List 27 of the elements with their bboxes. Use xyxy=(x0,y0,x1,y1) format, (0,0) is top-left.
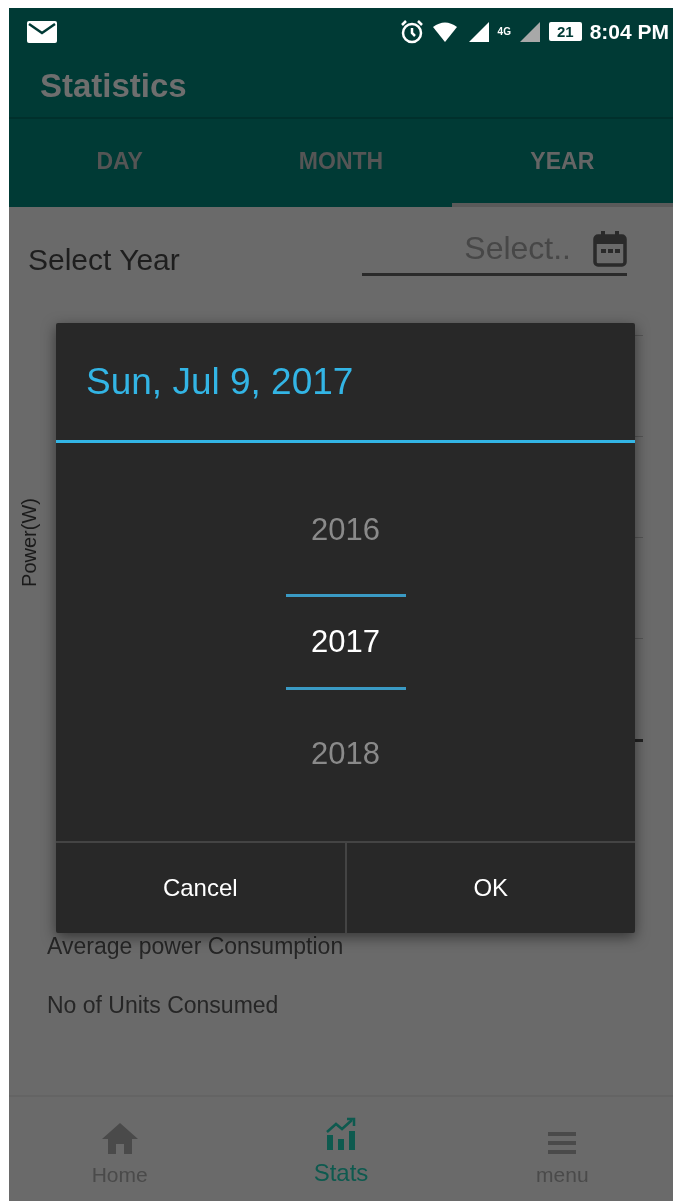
menu-icon xyxy=(548,1131,577,1155)
clock-time: 8:04 PM xyxy=(589,19,669,44)
period-tab[interactable]: YEAR xyxy=(451,119,673,207)
calendar-icon xyxy=(593,230,627,267)
year-option[interactable]: 2016 xyxy=(285,482,406,578)
period-tab[interactable]: MONTH xyxy=(230,119,452,207)
home-icon xyxy=(100,1121,139,1155)
year-option[interactable]: 2018 xyxy=(285,706,406,802)
period-tab[interactable]: DAY xyxy=(9,119,231,207)
battery-level: 21 xyxy=(548,22,582,41)
year-option[interactable]: 2017 xyxy=(285,594,406,690)
field-label: Select Year xyxy=(28,243,180,277)
ok-button[interactable]: OK xyxy=(344,843,635,933)
screen-title: Statistics xyxy=(40,67,187,105)
wifi-icon xyxy=(431,20,460,43)
nav-item[interactable]: Stats xyxy=(230,1097,452,1201)
selected-date: Sun, Jul 9, 2017 xyxy=(86,360,354,403)
network-type: 4G xyxy=(497,26,511,37)
summary-text: Average power Consumption xyxy=(47,933,345,960)
summary-text: No of Units Consumed xyxy=(47,992,280,1019)
alarm-icon xyxy=(399,19,424,44)
mail-icon xyxy=(27,20,57,43)
y-axis-label: Power(W) xyxy=(17,497,41,587)
chart-icon xyxy=(326,1117,356,1151)
signal-icon xyxy=(467,20,490,43)
signal-icon xyxy=(518,20,541,43)
cancel-button[interactable]: Cancel xyxy=(56,843,345,933)
